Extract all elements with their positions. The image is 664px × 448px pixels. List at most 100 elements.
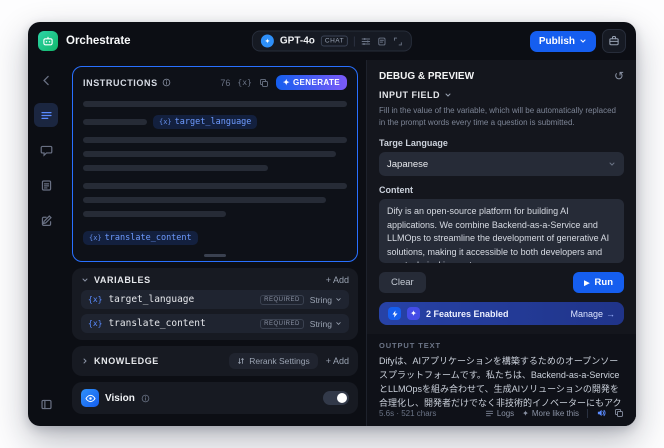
target-language-select[interactable]: Japanese (379, 152, 624, 176)
info-icon (141, 394, 150, 403)
variable-row[interactable]: {x} translate_content REQUIRED String (81, 314, 349, 333)
content-label: Content (379, 185, 413, 195)
add-variable-button[interactable]: + Add (326, 275, 349, 285)
feature-bolt-icon (388, 307, 401, 320)
variables-title: VARIABLES (94, 275, 151, 285)
copy-icon[interactable] (259, 78, 269, 88)
input-field-title: INPUT FIELD (379, 90, 440, 100)
sparkle-icon: ✦ (282, 78, 290, 87)
annotation-icon[interactable] (34, 208, 58, 232)
model-params-icon[interactable] (361, 36, 371, 46)
sparkle-icon: ✦ (522, 408, 529, 418)
variables-section: VARIABLES + Add {x} target_language REQUI… (72, 268, 358, 340)
variable-chip-target-language[interactable]: {x} target_language (153, 115, 258, 129)
page-title: Orchestrate (66, 35, 131, 47)
manage-features-button[interactable]: Manage → (570, 309, 615, 319)
skeleton-line (83, 211, 226, 217)
info-icon (162, 78, 171, 87)
content-textarea[interactable]: Dify is an open-source platform for buil… (379, 199, 624, 263)
preview-chat-icon[interactable] (34, 138, 58, 162)
variable-row[interactable]: {x} target_language REQUIRED String (81, 290, 349, 309)
orchestrate-icon[interactable] (34, 103, 58, 127)
vision-label: Vision (105, 392, 135, 404)
run-button[interactable]: ▶ Run (573, 272, 624, 293)
features-bar: ✦ 2 Features Enabled Manage → (379, 302, 624, 325)
vision-toggle[interactable] (323, 391, 349, 405)
insert-variable-icon[interactable]: {x} (237, 78, 251, 87)
toolbox-button[interactable] (602, 29, 626, 53)
instructions-title: INSTRUCTIONS (83, 77, 158, 88)
chevron-down-icon (336, 322, 341, 325)
publish-button[interactable]: Publish (529, 30, 596, 52)
variable-type-select[interactable]: String (310, 295, 342, 305)
model-provider-icon: ✦ (260, 34, 274, 48)
restart-icon[interactable]: ↺ (614, 70, 624, 82)
divider (587, 408, 588, 418)
skeleton-line (83, 101, 347, 107)
chevron-down-icon (580, 39, 586, 43)
skeleton-line (83, 137, 347, 143)
required-badge: REQUIRED (260, 294, 304, 305)
chevron-down-icon (336, 298, 341, 301)
copy-icon[interactable] (614, 408, 624, 418)
required-badge: REQUIRED (260, 318, 304, 329)
knowledge-section: KNOWLEDGE Rerank Settings + Add (72, 346, 358, 376)
resize-handle[interactable] (204, 254, 226, 257)
rerank-settings-button[interactable]: Rerank Settings (229, 353, 318, 369)
plus-icon: + (325, 356, 331, 366)
prompt-log-icon[interactable] (377, 36, 387, 46)
logs-icon[interactable] (34, 173, 58, 197)
input-field-section: INPUT FIELD Fill in the value of the var… (367, 88, 636, 293)
variable-name: translate_content (108, 318, 206, 329)
play-icon: ▶ (584, 279, 590, 287)
debug-preview-panel: DEBUG & PREVIEW ↺ INPUT FIELD Fill in th… (366, 60, 636, 426)
logs-icon (485, 410, 493, 416)
divider (354, 36, 356, 46)
chevron-down-icon[interactable] (444, 91, 452, 99)
variable-type-select[interactable]: String (310, 319, 342, 329)
variable-token: {x} (88, 319, 103, 328)
icon-rail (28, 60, 64, 426)
toggle-knob (337, 393, 347, 403)
skeleton-line (83, 165, 268, 171)
variable-token: {x} (159, 118, 172, 126)
debug-title: DEBUG & PREVIEW (379, 70, 475, 82)
output-section: OUTPUT TEXT Difyは、AIアプリケーションを構築するためのオープン… (367, 334, 636, 426)
output-meta: 5.6s · 521 chars (379, 408, 437, 418)
char-count: 76 (220, 77, 231, 88)
chevron-down-icon (609, 162, 615, 166)
features-count-label: 2 Features Enabled (426, 308, 509, 319)
generate-button[interactable]: ✦ GENERATE (275, 75, 347, 90)
more-like-this-button[interactable]: ✦ More like this (522, 409, 579, 418)
plus-icon: + (325, 275, 331, 285)
skeleton-line (83, 197, 326, 203)
variable-token: {x} (89, 234, 102, 242)
rerank-icon (238, 358, 245, 364)
chevron-down-icon[interactable] (81, 276, 89, 284)
back-icon[interactable] (34, 68, 58, 92)
knowledge-title: KNOWLEDGE (94, 356, 159, 366)
collapse-sidebar-icon[interactable] (34, 392, 58, 416)
variable-name: target_language (108, 294, 195, 305)
orchestrate-panel: INSTRUCTIONS 76 {x} ✦ GENERATE {x} targe… (64, 60, 366, 426)
app-window: Orchestrate ✦ GPT-4o CHAT Publish INSTRU… (28, 22, 636, 426)
skeleton-line (83, 183, 347, 189)
expand-icon[interactable] (393, 36, 403, 46)
input-field-description: Fill in the value of the variable, which… (379, 106, 617, 127)
add-knowledge-button[interactable]: + Add (326, 356, 349, 366)
instructions-editor[interactable]: INSTRUCTIONS 76 {x} ✦ GENERATE {x} targe… (72, 66, 358, 262)
skeleton-line (83, 119, 147, 125)
speaker-icon[interactable] (596, 408, 606, 418)
variable-chip-translate-content[interactable]: {x} translate_content (83, 231, 198, 245)
clear-button[interactable]: Clear (379, 272, 426, 293)
model-selector[interactable]: ✦ GPT-4o CHAT (251, 30, 413, 52)
app-robot-icon[interactable] (38, 31, 58, 51)
model-name: GPT-4o (279, 35, 315, 47)
page-background: Orchestrate ✦ GPT-4o CHAT Publish INSTRU… (0, 0, 664, 448)
target-language-label: Targe Language (379, 138, 448, 148)
logs-button[interactable]: Logs (485, 409, 514, 418)
arrow-right-icon: → (606, 308, 615, 319)
topbar: Orchestrate ✦ GPT-4o CHAT Publish (28, 22, 636, 60)
chevron-right-icon[interactable] (81, 357, 89, 365)
variable-token: {x} (88, 295, 103, 304)
